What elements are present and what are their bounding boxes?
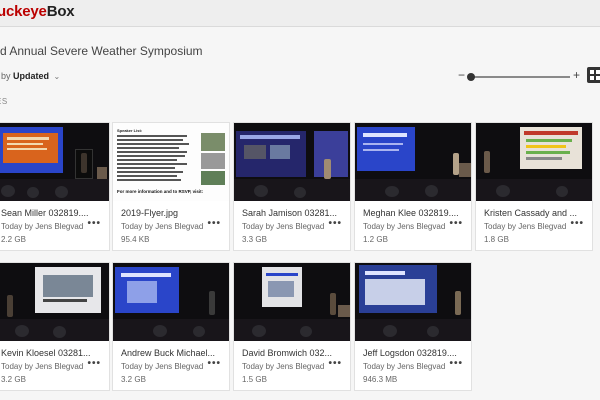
file-card[interactable]: Kristen Cassady and ... Today by Jens Bl…	[475, 122, 593, 251]
grid-view-icon[interactable]	[587, 67, 600, 83]
file-meta: Today by Jens Blegvad	[363, 362, 446, 371]
section-label: ES	[0, 97, 8, 106]
file-name[interactable]: Sarah Jamison 03281...	[242, 208, 346, 218]
file-meta: Today by Jens Blegvad	[121, 222, 204, 231]
app-logo[interactable]: uckeyeBox	[0, 3, 75, 20]
file-size: 946.3 MB	[363, 375, 398, 384]
file-meta: Today by Jens Blegvad	[484, 222, 567, 231]
flyer-heading: Speaker List:	[117, 128, 143, 133]
more-options-icon[interactable]: •••	[87, 359, 101, 369]
file-card[interactable]: Andrew Buck Michael... Today by Jens Ble…	[112, 262, 230, 391]
more-options-icon[interactable]: •••	[207, 219, 221, 229]
file-name[interactable]: Kevin Kloesel 03281...	[1, 348, 105, 358]
zoom-slider[interactable]	[467, 73, 570, 81]
more-options-icon[interactable]: •••	[207, 359, 221, 369]
file-size: 95.4 KB	[121, 235, 150, 244]
zoom-slider-handle[interactable]	[467, 73, 475, 81]
file-thumbnail[interactable]	[476, 123, 592, 201]
file-size: 1.5 GB	[242, 375, 267, 384]
file-thumbnail[interactable]	[234, 263, 350, 341]
file-size: 1.2 GB	[363, 235, 388, 244]
file-thumbnail[interactable]	[355, 263, 471, 341]
logo-text-part1: uckeye	[0, 3, 47, 20]
more-options-icon[interactable]: •••	[87, 219, 101, 229]
file-name[interactable]: David Bromwich 032...	[242, 348, 346, 358]
file-card[interactable]: Jeff Logsdon 032819.... Today by Jens Bl…	[354, 262, 472, 391]
file-card[interactable]: David Bromwich 032... Today by Jens Bleg…	[233, 262, 351, 391]
file-thumbnail[interactable]	[0, 263, 109, 341]
file-meta: Today by Jens Blegvad	[121, 362, 204, 371]
file-size: 3.2 GB	[1, 375, 26, 384]
file-thumbnail[interactable]	[0, 123, 109, 201]
more-options-icon[interactable]: •••	[328, 219, 342, 229]
file-meta: Today by Jens Blegvad	[1, 222, 84, 231]
file-size: 3.3 GB	[242, 235, 267, 244]
sort-control[interactable]: t by Updated ⌄	[0, 71, 60, 81]
file-name[interactable]: Meghan Klee 032819....	[363, 208, 467, 218]
logo-text-part2: Box	[46, 3, 75, 20]
flyer-footer: For more information and to RSVP, visit:	[117, 189, 204, 194]
file-card[interactable]: Sean Miller 032819.... Today by Jens Ble…	[0, 122, 110, 251]
file-thumbnail[interactable]	[234, 123, 350, 201]
more-options-icon[interactable]: •••	[449, 359, 463, 369]
file-size: 2.2 GB	[1, 235, 26, 244]
file-name[interactable]: Jeff Logsdon 032819....	[363, 348, 467, 358]
chevron-down-icon[interactable]: ⌄	[54, 72, 61, 81]
folder-title: rd Annual Severe Weather Symposium	[0, 44, 203, 58]
file-thumbnail[interactable]	[113, 263, 229, 341]
file-size: 1.8 GB	[484, 235, 509, 244]
file-name[interactable]: 2019-Flyer.jpg	[121, 208, 225, 218]
file-name[interactable]: Sean Miller 032819....	[1, 208, 105, 218]
more-options-icon[interactable]: •••	[570, 219, 584, 229]
file-card[interactable]: Meghan Klee 032819.... Today by Jens Ble…	[354, 122, 472, 251]
file-card[interactable]: Kevin Kloesel 03281... Today by Jens Ble…	[0, 262, 110, 391]
file-meta: Today by Jens Blegvad	[242, 222, 325, 231]
top-bar: uckeyeBox	[0, 0, 600, 27]
file-meta: Today by Jens Blegvad	[242, 362, 325, 371]
file-thumbnail[interactable]: Speaker List: For more information and t…	[113, 123, 229, 201]
more-options-icon[interactable]: •••	[449, 219, 463, 229]
file-card[interactable]: Sarah Jamison 03281... Today by Jens Ble…	[233, 122, 351, 251]
sort-prefix: t by	[0, 71, 11, 81]
file-thumbnail[interactable]	[355, 123, 471, 201]
sort-value[interactable]: Updated	[13, 71, 49, 81]
file-meta: Today by Jens Blegvad	[1, 362, 84, 371]
file-card[interactable]: Speaker List: For more information and t…	[112, 122, 230, 251]
zoom-out-button[interactable]: −	[458, 69, 465, 81]
file-size: 3.2 GB	[121, 375, 146, 384]
file-name[interactable]: Andrew Buck Michael...	[121, 348, 225, 358]
file-meta: Today by Jens Blegvad	[363, 222, 446, 231]
zoom-in-button[interactable]: +	[573, 69, 580, 81]
file-name[interactable]: Kristen Cassady and ...	[484, 208, 588, 218]
more-options-icon[interactable]: •••	[328, 359, 342, 369]
